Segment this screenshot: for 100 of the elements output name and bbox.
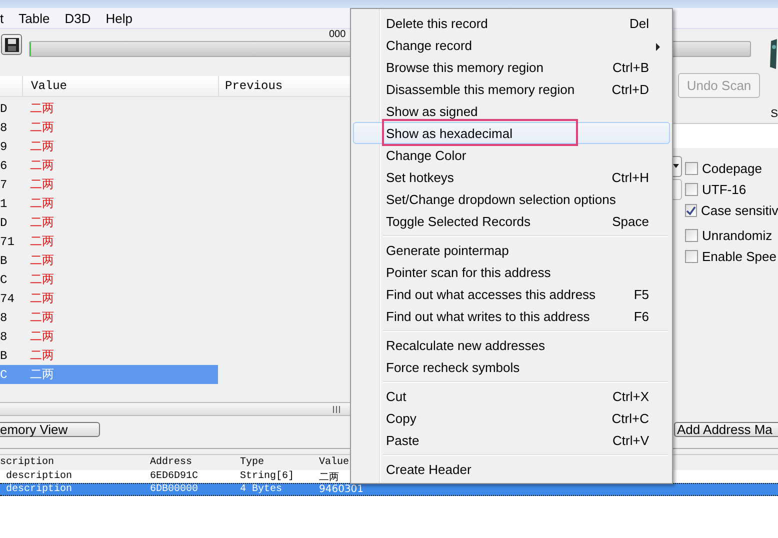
submenu-arrow-icon — [656, 43, 660, 51]
address-cell-text: 71 — [0, 234, 16, 248]
table-cell-text: 4 Bytes — [240, 484, 284, 495]
menu-item[interactable]: Delete this record Del — [353, 12, 670, 34]
input-field[interactable] — [672, 123, 778, 148]
menu-item[interactable]: Force recheck symbols — [353, 356, 670, 378]
shortcut-text: Ctrl+H — [612, 170, 649, 184]
menu-item-label: Change Color — [386, 148, 466, 162]
menu-item-label: Generate pointermap — [386, 242, 509, 258]
menu-item[interactable]: Help — [100, 10, 142, 26]
memory-view-button[interactable]: emory View — [0, 422, 100, 437]
checkbox[interactable] — [685, 183, 698, 196]
menu-item[interactable]: Change record — [353, 34, 670, 56]
menu-item[interactable]: Table — [12, 10, 59, 26]
column-header[interactable]: Type — [240, 457, 319, 468]
menu-item[interactable]: Recalculate new addresses — [353, 334, 670, 356]
menu-item[interactable]: Show as signed — [353, 100, 670, 122]
address-cell-text: C — [0, 272, 8, 286]
menu-item[interactable]: Browse this memory region Ctrl+B — [353, 56, 670, 78]
shortcut-text: Ctrl+V — [612, 432, 649, 448]
checkbox-label[interactable]: Enable Spee — [702, 249, 776, 264]
shortcut-text: Ctrl+D — [612, 82, 649, 96]
menu-item[interactable]: Set/Change dropdown selection options — [353, 188, 670, 210]
table-cell-text: description — [5, 471, 74, 482]
checkmark-icon — [686, 206, 696, 216]
list-row[interactable]: 7 二两 — [0, 175, 218, 194]
list-row[interactable]: 71 二两 — [0, 232, 218, 251]
value-cell-text: 二两 — [29, 347, 55, 364]
value-cell-text: 二两 — [29, 233, 55, 250]
menu-item-label: Show as signed — [386, 104, 478, 118]
save-button[interactable] — [1, 34, 22, 55]
checkbox[interactable] — [685, 162, 698, 175]
menu-item[interactable]: Create Header — [353, 458, 670, 480]
value-cell-text: 二两 — [29, 214, 55, 231]
menu-item-label: Disassemble this memory region — [386, 82, 575, 96]
shortcut-text: Del — [629, 16, 649, 30]
address-cell-text: 8 — [0, 330, 8, 344]
checkbox-label[interactable]: UTF-16 — [702, 182, 746, 197]
table-cell-text: 二两 — [319, 470, 339, 484]
menu-item[interactable]: Generate pointermap — [353, 239, 670, 261]
column-header[interactable]: Value — [22, 76, 218, 96]
list-row[interactable]: C 二两 — [0, 270, 218, 289]
menu-item[interactable]: Copy Ctrl+C — [353, 407, 670, 429]
menu-item[interactable]: D3D — [58, 10, 100, 26]
address-cell-text: 1 — [0, 196, 8, 210]
column-header[interactable]: scription — [0, 457, 150, 468]
checkbox-label[interactable]: Codepage — [702, 161, 762, 176]
menu-item[interactable]: t — [0, 10, 13, 26]
address-cell-text: C — [0, 368, 8, 382]
menu-item-label: Force recheck symbols — [386, 360, 520, 374]
menu-item-label: Show as hexadecimal — [386, 126, 512, 140]
caret-icon — [672, 164, 680, 168]
address-cell-text: 74 — [0, 292, 16, 306]
address-cell-text: 8 — [0, 120, 8, 134]
column-header[interactable]: Value — [319, 457, 350, 468]
checkbox[interactable] — [685, 229, 698, 242]
list-row[interactable]: 9 二两 — [0, 137, 218, 156]
list-row[interactable]: 74 二两 — [0, 289, 218, 308]
menu-item[interactable]: Find out what writes to this address F6 — [353, 305, 670, 327]
list-row[interactable]: 8 二两 — [0, 327, 218, 346]
menu-item[interactable]: Disassemble this memory region Ctrl+D — [353, 78, 670, 100]
add-address-button[interactable]: Add Address Ma — [674, 422, 778, 437]
checkbox-label[interactable]: Unrandomiz — [702, 228, 772, 243]
menu-item-label: Copy — [386, 410, 416, 426]
list-row[interactable]: 6 二两 — [0, 156, 218, 175]
monster-logo-icon — [768, 39, 778, 69]
list-row[interactable]: 8 二两 — [0, 308, 218, 327]
list-row[interactable]: D 二两 — [0, 213, 218, 232]
shortcut-text: Ctrl+C — [612, 410, 649, 426]
checkbox[interactable] — [685, 250, 698, 263]
list-row[interactable]: 1 二两 — [0, 194, 218, 213]
address-cell-text: 8 — [0, 310, 8, 324]
menu-item[interactable]: Set hotkeys Ctrl+H — [353, 166, 670, 188]
label-text: S — [770, 108, 778, 121]
menu-item[interactable]: Paste Ctrl+V — [353, 429, 670, 451]
table-cell: 9460301 — [319, 484, 364, 495]
checkbox[interactable] — [685, 204, 697, 217]
menu-item-label: Browse this memory region — [386, 60, 544, 74]
value-cell-text: 二两 — [29, 157, 55, 174]
column-header[interactable]: Address — [150, 457, 240, 468]
shortcut-text: Ctrl+X — [612, 388, 649, 404]
menu-item[interactable]: Show as hexadecimal — [353, 122, 670, 144]
value-cell-text: 二两 — [29, 138, 55, 155]
menu-item[interactable]: Toggle Selected Records Space — [353, 210, 670, 232]
list-row[interactable]: 8 二两 — [0, 118, 218, 137]
menu-item[interactable]: Change Color — [353, 144, 670, 166]
scroll-grip-icon — [332, 406, 340, 412]
menu-item-label: Find out what writes to this address — [386, 308, 590, 324]
list-row[interactable]: B 二两 — [0, 346, 218, 365]
address-cell-text: 6 — [0, 158, 8, 172]
checkbox-label[interactable]: Case sensitiv — [701, 203, 778, 218]
menu-item[interactable]: Cut Ctrl+X — [353, 385, 670, 407]
value-cell-text: 二两 — [29, 309, 55, 326]
menu-item[interactable]: Find out what accesses this address F5 — [353, 283, 670, 305]
list-row[interactable]: D 二两 — [0, 99, 218, 118]
menu-item-label: Paste — [386, 432, 420, 448]
list-row[interactable]: B 二两 — [0, 251, 218, 270]
menu-item-label: Set/Change dropdown selection options — [386, 192, 616, 206]
address-cell-text: B — [0, 254, 8, 268]
menu-item[interactable]: Pointer scan for this address — [353, 261, 670, 283]
